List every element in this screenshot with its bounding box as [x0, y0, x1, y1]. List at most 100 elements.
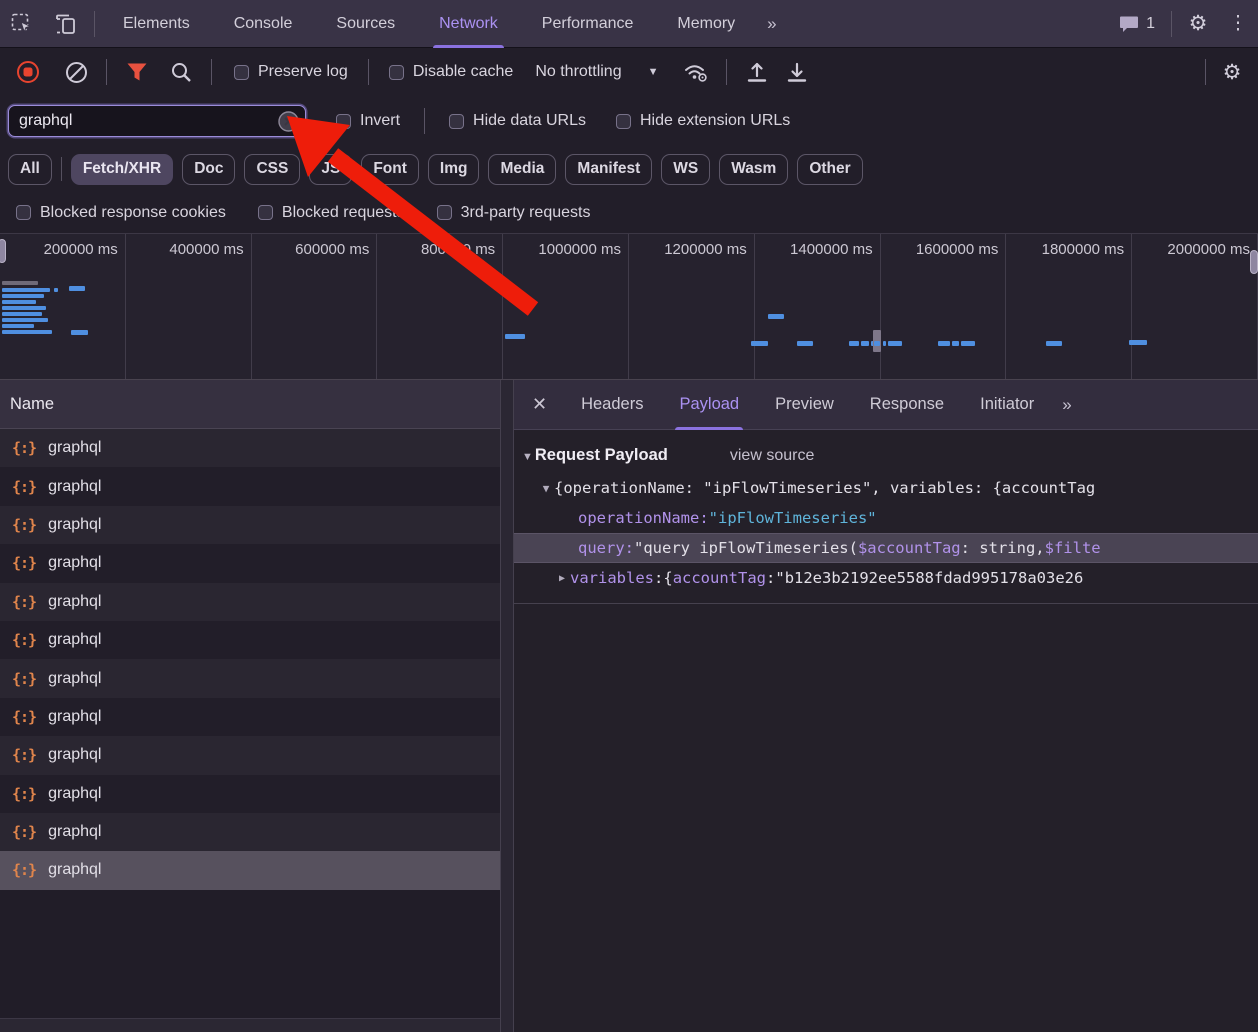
overview-left-grip[interactable] [0, 239, 6, 263]
filter-chip-fetch-xhr[interactable]: Fetch/XHR [71, 154, 173, 185]
tab-memory[interactable]: Memory [655, 0, 757, 48]
json-fetch-icon: {:} [12, 516, 36, 534]
clear-log-icon[interactable] [56, 52, 96, 92]
tab-performance[interactable]: Performance [520, 0, 656, 48]
waterfall-overview[interactable]: 200000 ms 400000 ms 600000 ms 800000 ms … [0, 234, 1258, 380]
table-row[interactable]: {:}graphql [0, 467, 500, 505]
blocked-cookies-label: Blocked response cookies [40, 204, 226, 222]
network-settings-gear-icon[interactable]: ⚙ [1212, 48, 1252, 96]
json-fetch-icon: {:} [12, 631, 36, 649]
payload-root-line[interactable]: ▼ {operationName: "ipFlowTimeseries", va… [514, 473, 1258, 503]
filter-chip-js[interactable]: JS [309, 154, 352, 185]
preserve-log-label: Preserve log [258, 63, 348, 81]
filter-chip-manifest[interactable]: Manifest [565, 154, 652, 185]
table-row[interactable]: {:}graphql [0, 506, 500, 544]
expand-triangle-icon[interactable]: ▼ [538, 482, 554, 495]
filter-chip-ws[interactable]: WS [661, 154, 710, 185]
divider [106, 59, 107, 85]
hide-data-urls-checkbox[interactable]: Hide data URLs [437, 112, 598, 130]
table-row[interactable]: {:}graphql [0, 736, 500, 774]
json-fetch-icon: {:} [12, 439, 36, 457]
filter-chip-font[interactable]: Font [361, 154, 419, 185]
tab-headers[interactable]: Headers [563, 380, 661, 430]
filter-chip-media[interactable]: Media [488, 154, 556, 185]
name-column-header[interactable]: Name [0, 380, 500, 429]
export-har-icon[interactable] [777, 52, 817, 92]
hide-extension-urls-checkbox[interactable]: Hide extension URLs [604, 112, 802, 130]
filter-chip-wasm[interactable]: Wasm [719, 154, 788, 185]
view-source-link[interactable]: view source [730, 447, 814, 465]
table-row[interactable]: {:}graphql [0, 698, 500, 736]
table-row[interactable]: {:}graphql [0, 429, 500, 467]
request-payload-section-header[interactable]: ▼ Request Payload view source [522, 446, 1258, 465]
tab-initiator[interactable]: Initiator [962, 380, 1052, 430]
json-fetch-icon: {:} [12, 478, 36, 496]
import-har-icon[interactable] [737, 52, 777, 92]
filter-input[interactable] [9, 112, 305, 130]
kebab-menu-icon[interactable]: ⋮ [1218, 0, 1258, 48]
panel-splitter[interactable] [500, 380, 514, 1032]
device-toolbar-icon[interactable] [44, 0, 88, 48]
settings-gear-icon[interactable]: ⚙ [1178, 0, 1218, 48]
payload-variables-line[interactable]: ▶ variables : { accountTag : "b12e3b2192… [514, 563, 1258, 593]
filter-chip-doc[interactable]: Doc [182, 154, 235, 185]
tab-preview[interactable]: Preview [757, 380, 852, 430]
tab-payload[interactable]: Payload [661, 380, 757, 430]
message-bubble-icon [1119, 15, 1139, 33]
filter-chip-other[interactable]: Other [797, 154, 862, 185]
table-row[interactable]: {:}graphql [0, 659, 500, 697]
divider [211, 59, 212, 85]
record-button[interactable] [8, 52, 48, 92]
filter-chip-all[interactable]: All [8, 154, 52, 185]
network-conditions-icon[interactable] [676, 52, 716, 92]
tab-network[interactable]: Network [417, 0, 520, 48]
json-fetch-icon: {:} [12, 823, 36, 841]
divider [726, 59, 727, 85]
tab-elements[interactable]: Elements [101, 0, 212, 48]
disable-cache-checkbox[interactable]: Disable cache [377, 63, 526, 81]
preserve-log-checkbox[interactable]: Preserve log [222, 63, 360, 81]
json-fetch-icon: {:} [12, 670, 36, 688]
filter-input-box [8, 105, 306, 137]
blocked-requests-checkbox[interactable]: Blocked requests [246, 204, 417, 222]
checkbox [616, 114, 631, 129]
table-row[interactable]: {:}graphql [0, 544, 500, 582]
overview-right-grip[interactable] [1250, 250, 1258, 274]
tab-response[interactable]: Response [852, 380, 962, 430]
blocked-response-cookies-checkbox[interactable]: Blocked response cookies [4, 204, 238, 222]
expand-triangle-icon[interactable]: ▶ [554, 573, 570, 584]
throttling-dropdown[interactable]: No throttling ▼ [525, 63, 668, 81]
inspect-element-icon[interactable] [0, 0, 44, 48]
filter-chip-img[interactable]: Img [428, 154, 480, 185]
filter-funnel-icon[interactable] [117, 52, 157, 92]
horizontal-scrollbar[interactable] [0, 1018, 500, 1032]
tab-sources[interactable]: Sources [314, 0, 417, 48]
payload-operation-line[interactable]: operationName: "ipFlowTimeseries" [514, 503, 1258, 533]
filter-chip-css[interactable]: CSS [244, 154, 300, 185]
checkbox [258, 205, 273, 220]
issues-button[interactable]: 1 [1109, 15, 1165, 33]
issues-count: 1 [1146, 15, 1155, 33]
tab-console[interactable]: Console [212, 0, 315, 48]
table-row[interactable]: {:}graphql [0, 813, 500, 851]
third-party-requests-checkbox[interactable]: 3rd-party requests [425, 204, 603, 222]
table-row-selected[interactable]: {:}graphql [0, 851, 500, 889]
details-tabbar: ✕ Headers Payload Preview Response Initi… [514, 380, 1258, 430]
hide-extension-urls-label: Hide extension URLs [640, 112, 790, 130]
clear-filter-icon[interactable] [278, 111, 299, 132]
more-details-tabs-icon[interactable]: » [1052, 395, 1079, 415]
json-fetch-icon: {:} [12, 708, 36, 726]
payload-query-line[interactable]: query: "query ipFlowTimeseries( $account… [514, 533, 1258, 563]
table-row[interactable]: {:}graphql [0, 621, 500, 659]
network-toolbar: Preserve log Disable cache No throttling… [0, 48, 1258, 96]
close-icon[interactable]: ✕ [514, 394, 563, 415]
search-icon[interactable] [161, 52, 201, 92]
more-tabs-icon[interactable]: » [757, 14, 784, 34]
table-row[interactable]: {:}graphql [0, 583, 500, 621]
devtools-tabbar: Elements Console Sources Network Perform… [0, 0, 1258, 48]
table-row[interactable]: {:}graphql [0, 775, 500, 813]
invert-checkbox[interactable]: Invert [324, 112, 412, 130]
invert-label: Invert [360, 112, 400, 130]
divider [368, 59, 369, 85]
checkbox [437, 205, 452, 220]
